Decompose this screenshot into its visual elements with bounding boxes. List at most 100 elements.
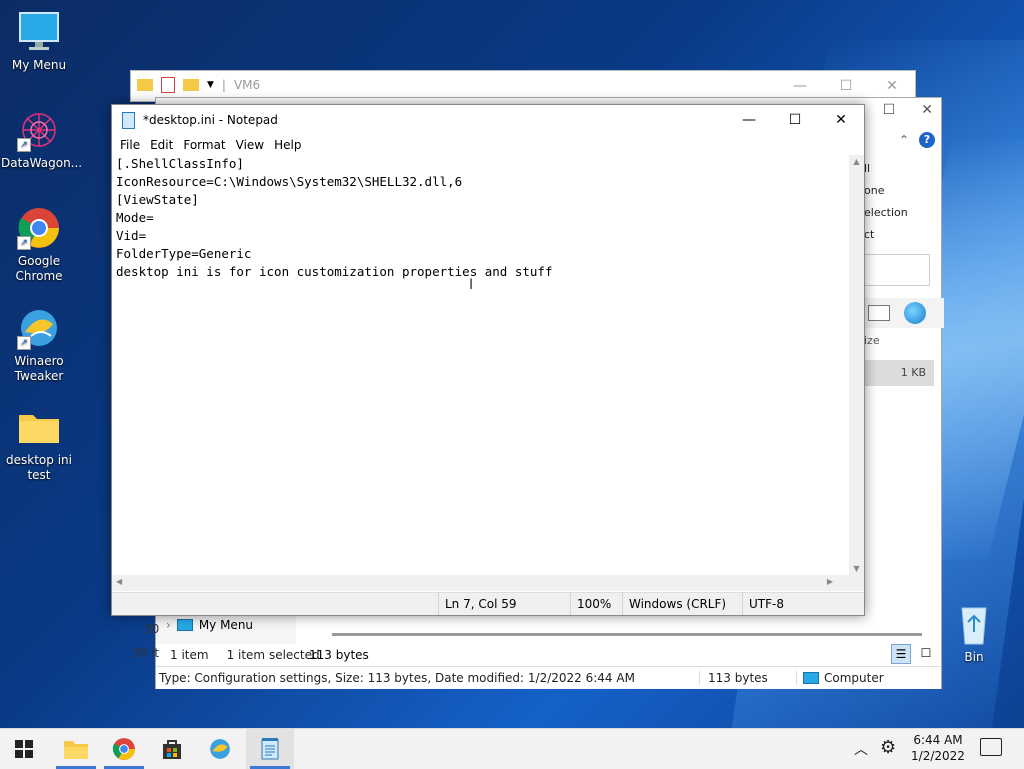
shortcut-arrow-icon: ↗: [17, 138, 31, 152]
notepad-icon: [261, 738, 279, 760]
status-size: 113 bytes: [309, 648, 369, 662]
status-selected: 1 item selected: [226, 648, 320, 662]
menu-format[interactable]: Format: [178, 138, 230, 152]
desktop-icon-datawagon[interactable]: ↗ DataWagon...: [1, 108, 83, 171]
column-header-size[interactable]: ize: [864, 334, 880, 347]
taskbar-file-explorer[interactable]: [52, 729, 100, 769]
new-folder-icon[interactable]: [183, 79, 199, 91]
desktop-icon-label: desktop ini test: [6, 453, 72, 482]
info-bar-details: Type: Configuration settings, Size: 113 …: [159, 671, 635, 685]
scroll-up-arrow-icon[interactable]: ▲: [849, 157, 864, 166]
left-count-label: 30: [144, 622, 160, 636]
chevron-right-icon[interactable]: ›: [166, 618, 171, 632]
left-count-label: 30 it: [132, 646, 160, 660]
status-encoding: UTF-8: [742, 593, 864, 615]
notepad-window[interactable]: *desktop.ini - Notepad — ☐ ✕ File Edit F…: [111, 104, 865, 616]
show-hidden-icons-chevron-up-icon[interactable]: ︿: [854, 739, 868, 759]
globe-icon[interactable]: [904, 302, 926, 324]
desktop-icon-winaero-tweaker[interactable]: ↗ Winaero Tweaker: [1, 306, 77, 384]
taskbar-winaero[interactable]: [196, 729, 244, 769]
nav-item-label: My Menu: [198, 618, 254, 632]
file-size-cell: 1 KB: [900, 366, 926, 379]
status-position: Ln 7, Col 59: [438, 593, 570, 615]
desktop-icon-my-menu[interactable]: My Menu: [1, 10, 77, 73]
status-item-count: 1 item: [170, 648, 209, 662]
properties-icon[interactable]: [161, 77, 175, 93]
settings-gear-icon[interactable]: ⚙: [880, 737, 896, 758]
details-view-button[interactable]: ☰: [891, 644, 911, 664]
status-line-ending: Windows (CRLF): [622, 593, 742, 615]
maximize-button[interactable]: ☐: [772, 105, 818, 135]
shortcut-arrow-icon: ↗: [17, 336, 31, 350]
selected-row[interactable]: 1 KB: [864, 360, 934, 386]
ribbon-item[interactable]: ct: [864, 224, 908, 246]
status-zoom: 100%: [570, 593, 622, 615]
chrome-icon: ↗: [17, 206, 61, 250]
taskbar-chrome[interactable]: [100, 729, 148, 769]
window-title: VM6: [233, 78, 261, 92]
scroll-left-arrow-icon[interactable]: ◀: [116, 577, 122, 586]
taskbar-notepad[interactable]: [246, 729, 294, 769]
desktop-icon-label: My Menu: [11, 58, 67, 72]
computer-icon: [803, 672, 819, 684]
close-button[interactable]: ✕: [921, 102, 933, 118]
chevron-down-icon[interactable]: ▼: [207, 80, 214, 90]
monitor-icon: [176, 619, 193, 631]
menu-file[interactable]: File: [115, 138, 145, 152]
maximize-button[interactable]: ☐: [883, 102, 896, 118]
desktop-icon-label: Google Chrome: [15, 254, 63, 283]
taskbar-store[interactable]: [148, 729, 196, 769]
menu-help[interactable]: Help: [269, 138, 306, 152]
close-button[interactable]: ✕: [818, 105, 864, 135]
scroll-down-arrow-icon[interactable]: ▼: [849, 564, 864, 573]
datawagon-icon: ↗: [17, 108, 61, 152]
vertical-scrollbar[interactable]: ▲ ▼: [849, 155, 864, 575]
clock[interactable]: 6:44 AM 1/2/2022: [908, 732, 968, 764]
horizontal-scrollbar[interactable]: [332, 633, 922, 636]
text-editor[interactable]: [.ShellClassInfo] IconResource=C:\Window…: [112, 155, 857, 575]
winaero-icon: [210, 739, 230, 759]
ribbon-item[interactable]: ll: [864, 158, 908, 180]
shortcut-arrow-icon: ↗: [17, 236, 31, 250]
desktop-icon-desktop-ini-test[interactable]: desktop ini test: [1, 405, 77, 483]
folder-icon: [64, 741, 88, 759]
clock-time: 6:44 AM: [913, 733, 963, 747]
help-icon[interactable]: ?: [919, 132, 935, 148]
desktop-icon-recycle-bin[interactable]: Bin: [936, 602, 1012, 665]
windows-logo-icon: [15, 740, 33, 758]
recycle-bin-icon: [952, 602, 996, 646]
title-bar[interactable]: *desktop.ini - Notepad — ☐ ✕: [112, 105, 864, 135]
menu-view[interactable]: View: [231, 138, 269, 152]
large-icons-view-button[interactable]: ☐: [917, 644, 935, 662]
chrome-icon: [112, 738, 135, 760]
ribbon-item[interactable]: election: [864, 202, 908, 224]
window-title: *desktop.ini - Notepad: [143, 113, 278, 127]
desktop-icon-google-chrome[interactable]: ↗ Google Chrome: [1, 206, 77, 284]
folder-icon: [17, 405, 61, 449]
clock-date: 1/2/2022: [911, 749, 965, 763]
folder-icon: [137, 79, 153, 91]
nav-item-my-menu[interactable]: › My Menu: [166, 618, 253, 632]
notepad-icon: [122, 111, 135, 129]
desktop-icon-label: Winaero Tweaker: [14, 354, 64, 383]
chevron-up-icon[interactable]: ⌃: [899, 133, 909, 147]
scroll-right-arrow-icon[interactable]: ▶: [827, 577, 833, 586]
ribbon-item[interactable]: one: [864, 180, 908, 202]
minimize-button[interactable]: —: [726, 105, 772, 135]
desktop-icon-label: Bin: [964, 650, 984, 664]
notifications-icon[interactable]: [980, 738, 1002, 756]
taskbar: ︿ ⚙ 6:44 AM 1/2/2022: [0, 728, 1024, 769]
start-button[interactable]: [0, 729, 48, 769]
menu-bar: File Edit Format View Help: [112, 135, 864, 155]
preview-pane-icon[interactable]: [868, 305, 890, 321]
desktop-icon-label: DataWagon...: [1, 156, 83, 170]
text-cursor-icon: I: [469, 277, 474, 293]
status-bar: Ln 7, Col 59 100% Windows (CRLF) UTF-8: [112, 592, 864, 615]
search-input[interactable]: [864, 254, 930, 286]
monitor-icon: [17, 10, 61, 54]
menu-edit[interactable]: Edit: [145, 138, 178, 152]
winaero-icon: ↗: [17, 306, 61, 350]
info-bar-size: 113 bytes: [699, 671, 796, 685]
horizontal-scrollbar[interactable]: ◀ ▶: [112, 575, 849, 591]
store-bag-icon: [163, 740, 181, 759]
